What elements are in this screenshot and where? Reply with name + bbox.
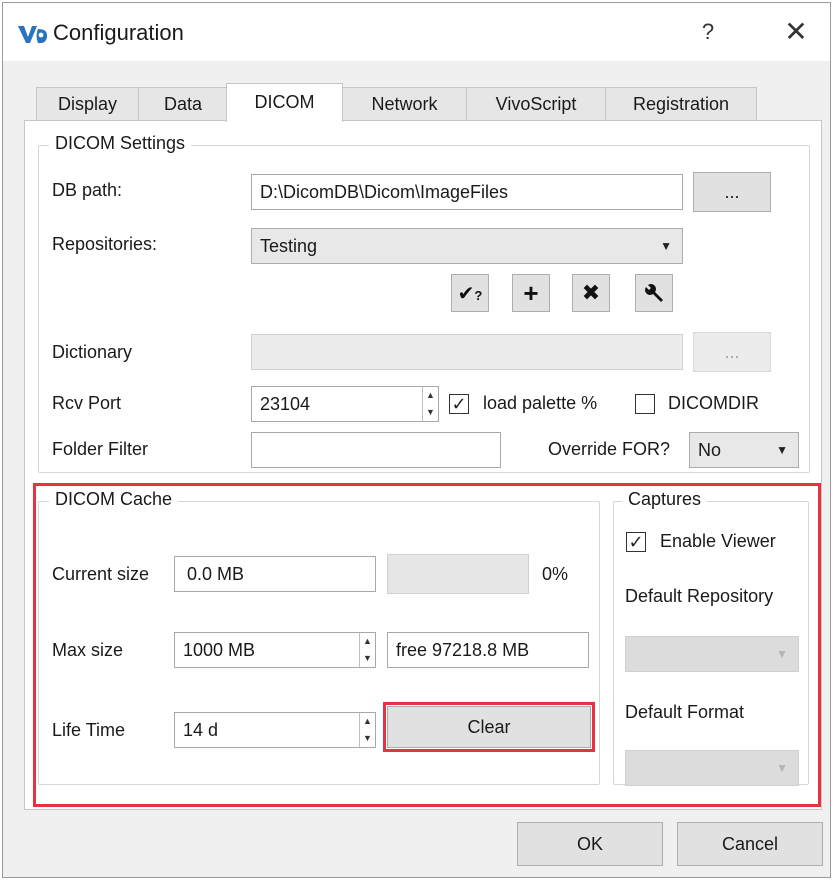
add-repository-button[interactable]: + xyxy=(512,274,550,312)
repositories-select-value: Testing xyxy=(260,236,318,256)
tab-data[interactable]: Data xyxy=(138,87,228,121)
spin-down-icon: ▼ xyxy=(426,407,435,417)
title-bar: Configuration ? ✕ xyxy=(3,3,830,61)
db-path-input[interactable]: D:\DicomDB\Dicom\ImageFiles xyxy=(251,174,683,210)
ok-button[interactable]: OK xyxy=(517,822,663,866)
dicomdir-checkbox[interactable] xyxy=(635,394,655,414)
dialog-title: Configuration xyxy=(53,20,184,45)
tab-registration[interactable]: Registration xyxy=(605,87,757,121)
dictionary-label: Dictionary xyxy=(52,342,133,362)
app-logo-icon xyxy=(18,26,48,44)
rcv-port-label: Rcv Port xyxy=(52,393,122,413)
db-path-browse-button[interactable]: ... xyxy=(693,172,771,212)
x-icon: ✖ xyxy=(581,280,601,305)
dicom-settings-title: DICOM Settings xyxy=(49,133,192,154)
folder-filter-input[interactable] xyxy=(251,432,501,468)
repositories-label: Repositories: xyxy=(52,234,158,254)
configure-repository-button[interactable] xyxy=(635,274,673,312)
rcv-port-spinner[interactable]: ▲ ▼ xyxy=(422,387,438,421)
tab-display[interactable]: Display xyxy=(36,87,139,121)
override-for-select[interactable]: No ▼ xyxy=(689,432,799,468)
override-for-value: No xyxy=(698,440,722,460)
load-palette-checkbox[interactable]: ✓ xyxy=(449,394,469,414)
dictionary-input[interactable] xyxy=(251,334,683,370)
dictionary-browse-button[interactable]: ... xyxy=(693,332,771,372)
wrench-icon xyxy=(645,284,663,302)
folder-filter-label: Folder Filter xyxy=(52,439,149,459)
db-path-label: DB path: xyxy=(52,180,123,200)
dicom-tab-panel: DICOM Settings DB path: D:\DicomDB\Dicom… xyxy=(24,120,822,810)
load-palette-label: load palette % xyxy=(483,393,598,413)
check-question-icon: ✔? xyxy=(457,283,483,305)
tab-vivoscript[interactable]: VivoScript xyxy=(466,87,606,121)
dicom-settings-group: DICOM Settings DB path: D:\DicomDB\Dicom… xyxy=(38,133,810,473)
repositories-select[interactable]: Testing ▼ xyxy=(251,228,683,264)
rcv-port-value: 23104 xyxy=(260,394,311,414)
chevron-down-icon: ▼ xyxy=(660,239,672,253)
configuration-dialog: Configuration ? ✕ Display Data DICOM Net… xyxy=(2,2,831,878)
chevron-down-icon: ▼ xyxy=(776,443,788,457)
tab-network[interactable]: Network xyxy=(342,87,467,121)
check-repository-button[interactable]: ✔? xyxy=(451,274,489,312)
close-button[interactable]: ✕ xyxy=(779,15,813,49)
override-for-label: Override FOR? xyxy=(548,439,671,459)
delete-repository-button[interactable]: ✖ xyxy=(572,274,610,312)
help-button[interactable]: ? xyxy=(693,17,723,47)
tab-dicom[interactable]: DICOM xyxy=(226,83,343,122)
rcv-port-input[interactable]: 23104 ▲ ▼ xyxy=(251,386,439,422)
dicomdir-label: DICOMDIR xyxy=(668,393,759,413)
plus-icon: + xyxy=(523,278,539,308)
cache-section-highlight xyxy=(33,483,821,807)
checkmark-icon: ✓ xyxy=(451,394,467,414)
spin-up-icon: ▲ xyxy=(426,390,435,400)
cancel-button[interactable]: Cancel xyxy=(677,822,823,866)
